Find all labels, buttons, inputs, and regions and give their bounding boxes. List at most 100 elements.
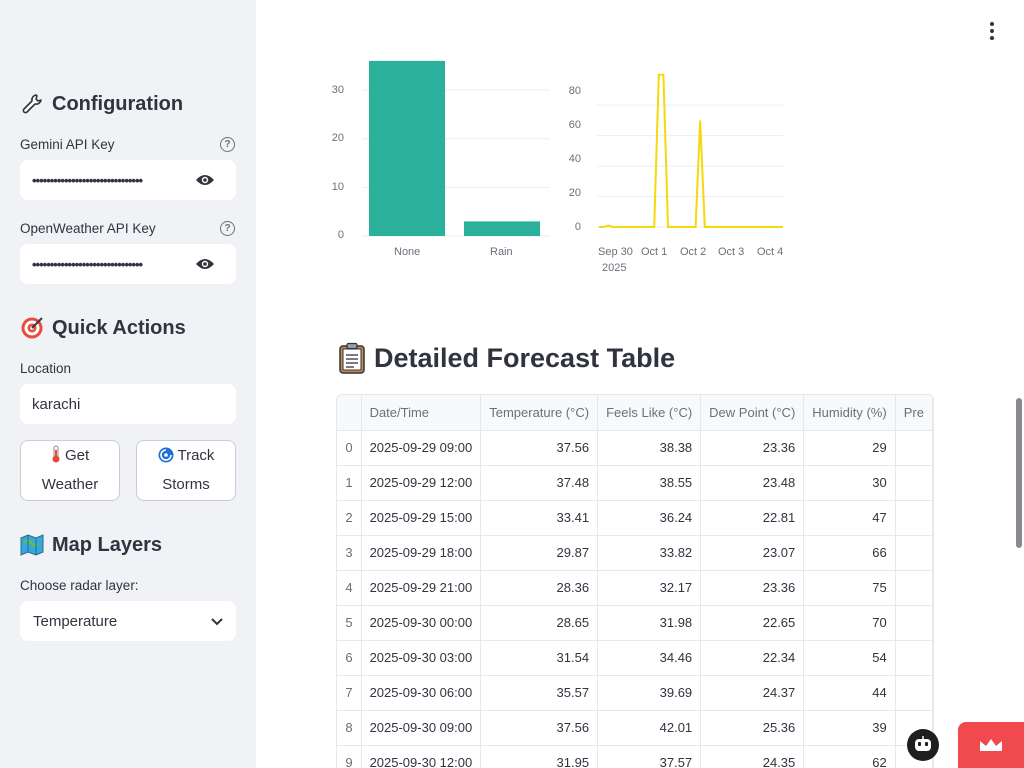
gemini-key-label: Gemini API Key: [20, 136, 115, 152]
configuration-section: Configuration: [20, 89, 236, 119]
location-input[interactable]: karachi: [20, 384, 236, 424]
table-cell: 37.56: [480, 710, 599, 746]
bar-y-tick: 0: [337, 229, 344, 241]
radar-layer-select[interactable]: Temperature: [20, 601, 236, 641]
table-row[interactable]: 4 2025-09-29 21:00 28.36 32.17 23.36 75: [337, 570, 933, 606]
forecast-table[interactable]: Date/Time Temperature (°C) Feels Like (°C)…: [336, 394, 934, 768]
page-scrollbar[interactable]: [1016, 398, 1022, 548]
table-header-cell[interactable]: Pre: [895, 395, 933, 431]
table-cell: 32.17: [597, 570, 702, 606]
location-label-row: Location: [20, 358, 236, 378]
table-cell: [895, 535, 933, 571]
get-weather-label-line1: Get: [64, 447, 90, 464]
target-icon: [20, 316, 44, 340]
table-cell: 44: [803, 675, 896, 711]
table-cell: 25.36: [700, 710, 805, 746]
bar-y-tick: 30: [331, 84, 344, 96]
configuration-heading: Configuration: [20, 89, 236, 119]
table-cell: 62: [803, 745, 896, 768]
openweather-key-group: OpenWeather API Key ? ••••••••••••••••••…: [20, 218, 236, 284]
table-cell: 29.87: [480, 535, 599, 571]
table-row[interactable]: 3 2025-09-29 18:00 29.87 33.82 23.07 66: [337, 535, 933, 571]
map-icon: [20, 533, 44, 557]
line-x-tick: Sep 30: [598, 246, 633, 258]
line-y-tick: 60: [568, 119, 581, 131]
bar-y-tick: 20: [331, 132, 344, 144]
quick-actions-section: Quick Actions: [20, 313, 236, 343]
row-index-cell: 5: [337, 605, 362, 641]
forecast-table-title: Detailed Forecast Table: [374, 342, 676, 373]
clipboard-icon: [338, 342, 366, 374]
gemini-key-group: Gemini API Key ? •••••••••••••••••••••••…: [20, 134, 236, 200]
table-cell: 30: [803, 465, 896, 501]
table-cell: 35.57: [480, 675, 599, 711]
table-cell: 24.37: [700, 675, 805, 711]
get-weather-label-line2: Weather: [41, 476, 99, 493]
bar-rain[interactable]: [464, 221, 540, 236]
table-header-cell[interactable]: Feels Like (°C): [597, 395, 702, 431]
table-header-cell[interactable]: Dew Point (°C): [700, 395, 805, 431]
get-weather-button[interactable]: Get Weather: [20, 440, 120, 501]
table-cell: [895, 570, 933, 606]
crown-icon[interactable]: [958, 722, 1024, 768]
help-icon[interactable]: ?: [220, 136, 235, 152]
eye-icon[interactable]: [194, 169, 216, 191]
bar-x-tick-rain: Rain: [490, 246, 513, 258]
map-layers-title: Map Layers: [52, 533, 163, 556]
table-header-cell[interactable]: Humidity (%): [803, 395, 896, 431]
table-cell: 34.46: [597, 640, 702, 676]
sidebar: Configuration Gemini API Key ? •••••••••…: [0, 0, 256, 768]
table-cell: 22.65: [700, 605, 805, 641]
table-cell: 2025-09-30 03:00: [361, 640, 482, 676]
table-cell: 38.38: [597, 430, 702, 466]
quick-actions-heading: Quick Actions: [20, 313, 236, 343]
track-storms-button[interactable]: Track Storms: [136, 440, 236, 501]
table-header-row: Date/Time Temperature (°C) Feels Like (°C)…: [337, 395, 933, 431]
table-cell: 23.07: [700, 535, 805, 571]
gemini-key-label-row: Gemini API Key ?: [20, 134, 236, 154]
table-cell: 28.36: [480, 570, 599, 606]
table-cell: 31.54: [480, 640, 599, 676]
gemini-key-input[interactable]: •••••••••••••••••••••••••••••••: [20, 160, 236, 200]
openweather-key-input[interactable]: •••••••••••••••••••••••••••••••: [20, 244, 236, 284]
robot-icon[interactable]: [907, 729, 939, 761]
bar-none[interactable]: [369, 60, 445, 236]
table-header-cell[interactable]: [337, 395, 362, 431]
table-cell: 23.36: [700, 570, 805, 606]
table-body: 0 2025-09-29 09:00 37.56 38.38 23.36 29 1 2025-…: [337, 430, 933, 768]
table-header-cell[interactable]: Temperature (°C): [480, 395, 599, 431]
track-storms-label-line1: Track: [177, 447, 215, 464]
table-row[interactable]: 2 2025-09-29 15:00 33.41 36.24 22.81 47: [337, 500, 933, 536]
table-row[interactable]: 9 2025-09-30 12:00 31.95 37.57 24.35 62: [337, 745, 933, 768]
table-row[interactable]: 1 2025-09-29 12:00 37.48 38.55 23.48 30: [337, 465, 933, 501]
precipitation-bar-chart: 30 20 10 0 None Rain: [326, 50, 556, 270]
row-index-cell: 2: [337, 500, 362, 536]
help-icon[interactable]: ?: [220, 220, 235, 236]
table-cell: 37.57: [597, 745, 702, 768]
table-row[interactable]: 5 2025-09-30 00:00 28.65 31.98 22.65 70: [337, 605, 933, 641]
table-cell: 37.56: [480, 430, 599, 466]
menu-dot: [990, 29, 994, 33]
table-cell: 23.48: [700, 465, 805, 501]
eye-icon[interactable]: [194, 253, 216, 275]
table-cell: 2025-09-29 21:00: [361, 570, 482, 606]
table-header-cell[interactable]: Date/Time: [361, 395, 482, 431]
table-cell: 28.65: [480, 605, 599, 641]
main-menu-icon[interactable]: [986, 22, 998, 40]
line-x-tick: Oct 2: [680, 246, 707, 258]
table-row[interactable]: 7 2025-09-30 06:00 35.57 39.69 24.37 44: [337, 675, 933, 711]
forecast-data-table: Date/Time Temperature (°C) Feels Like (°C)…: [337, 395, 933, 768]
table-cell: 38.55: [597, 465, 702, 501]
table-cell: [895, 465, 933, 501]
table-cell: [895, 675, 933, 711]
table-cell: 33.82: [597, 535, 702, 571]
line-x-tick: Oct 1: [641, 246, 668, 258]
table-row[interactable]: 6 2025-09-30 03:00 31.54 34.46 22.34 54: [337, 640, 933, 676]
line-x-tick: Oct 3: [718, 246, 745, 258]
quick-actions-title: Quick Actions: [52, 316, 186, 339]
table-row[interactable]: 0 2025-09-29 09:00 37.56 38.38 23.36 29: [337, 430, 933, 466]
openweather-key-label-row: OpenWeather API Key ?: [20, 218, 236, 238]
table-row[interactable]: 8 2025-09-30 09:00 37.56 42.01 25.36 39: [337, 710, 933, 746]
precipitation-line-series[interactable]: [599, 73, 783, 228]
table-cell: 36.24: [597, 500, 702, 536]
